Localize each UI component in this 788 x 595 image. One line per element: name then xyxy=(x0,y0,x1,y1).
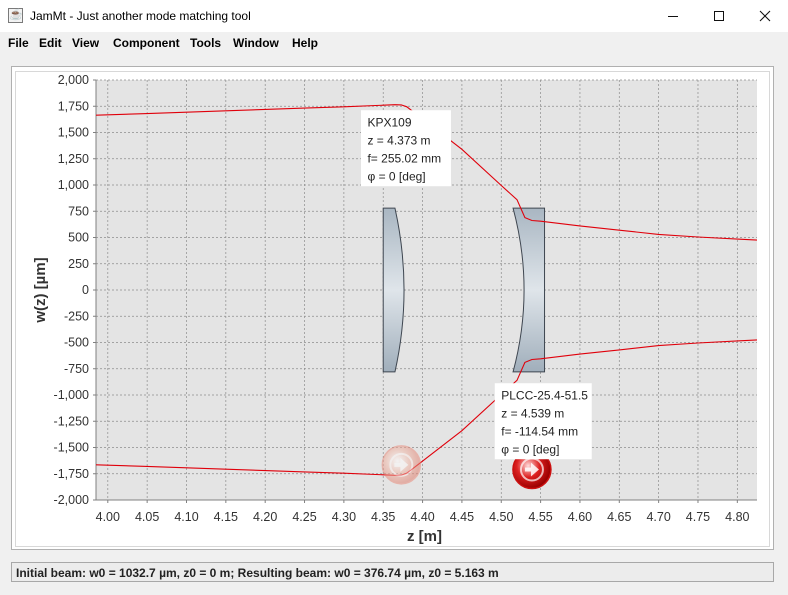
x-tick-label: 4.40 xyxy=(410,510,434,524)
y-tick-label: 0 xyxy=(82,283,89,297)
y-tick-label: -1,000 xyxy=(54,388,89,402)
x-tick-label: 4.30 xyxy=(332,510,356,524)
y-tick-label: -500 xyxy=(64,336,89,350)
x-tick-label: 4.05 xyxy=(135,510,159,524)
y-tick-label: -1,750 xyxy=(54,467,89,481)
x-tick-label: 4.55 xyxy=(528,510,552,524)
x-tick-label: 4.10 xyxy=(174,510,198,524)
lens-info-line: f= -114.54 mm xyxy=(501,425,578,439)
y-tick-label: 250 xyxy=(68,257,89,271)
y-tick-label: -250 xyxy=(64,309,89,323)
x-tick-label: 4.50 xyxy=(489,510,513,524)
status-text: Initial beam: w0 = 1032.7 µm, z0 = 0 m; … xyxy=(16,566,499,580)
y-tick-label: 1,500 xyxy=(58,126,89,140)
x-axis-label: z [m] xyxy=(407,528,442,545)
x-tick-label: 4.65 xyxy=(607,510,631,524)
y-tick-label: 750 xyxy=(68,204,89,218)
x-tick-label: 4.20 xyxy=(253,510,277,524)
x-tick-label: 4.35 xyxy=(371,510,395,524)
y-tick-label: -1,250 xyxy=(54,414,89,428)
lens-info-line: KPX109 xyxy=(367,116,411,130)
lens-info-line: φ = 0 [deg] xyxy=(501,443,559,457)
y-tick-label: 1,000 xyxy=(58,178,89,192)
y-tick-label: -1,500 xyxy=(54,441,89,455)
x-tick-label: 4.60 xyxy=(568,510,592,524)
lens-info-line: PLCC-25.4-51.5 xyxy=(501,389,588,403)
lens-info-line: z = 4.373 m xyxy=(367,134,430,148)
y-tick-label: -2,000 xyxy=(54,493,89,507)
x-tick-label: 4.00 xyxy=(96,510,120,524)
x-tick-label: 4.15 xyxy=(214,510,238,524)
y-tick-label: 500 xyxy=(68,231,89,245)
y-axis-label: w(z) [µm] xyxy=(32,257,49,323)
beam-profile-chart[interactable]: 4.00 4.05 4.10 4.15 4.20 4.25 4.30 4.35 4.40 4.45… xyxy=(0,0,788,595)
x-tick-label: 4.75 xyxy=(686,510,710,524)
y-tick-label: 2,000 xyxy=(58,73,89,87)
lens-info-line: z = 4.539 m xyxy=(501,407,564,421)
lens-info-line: φ = 0 [deg] xyxy=(367,170,425,184)
y-tick-label: 1,250 xyxy=(58,152,89,166)
status-bar: Initial beam: w0 = 1032.7 µm, z0 = 0 m; … xyxy=(11,562,774,582)
x-tick-label: 4.80 xyxy=(725,510,749,524)
y-tick-label: -750 xyxy=(64,362,89,376)
lens-info-line: f= 255.02 mm xyxy=(367,152,441,166)
y-tick-label: 1,750 xyxy=(58,99,89,113)
x-tick-label: 4.45 xyxy=(450,510,474,524)
x-tick-label: 4.25 xyxy=(292,510,316,524)
x-tick-label: 4.70 xyxy=(646,510,670,524)
waist-marker-initial-icon[interactable] xyxy=(381,445,422,485)
